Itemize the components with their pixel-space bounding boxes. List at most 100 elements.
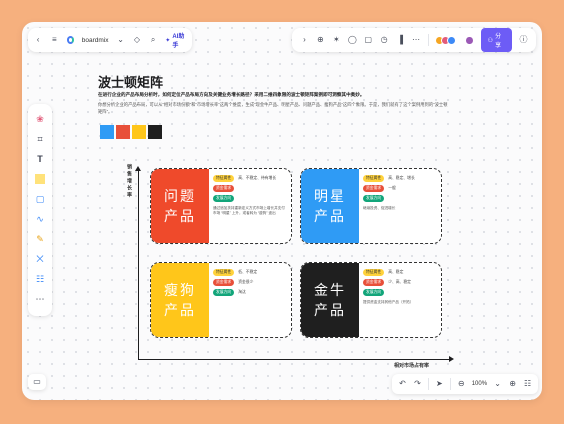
quadrant-body: 特征属性 高、不稳定、待有增长 资金需求 发展方向 通过追加扶持重新定义方式市场… — [213, 175, 287, 239]
tag: 特征属性 — [213, 269, 235, 276]
page-description: 你想分析企业的产品布局，可以从“相对市场份额”和“市场增长率”这两个维度，生成“… — [98, 102, 448, 114]
attr-row: 发展方向 — [363, 195, 437, 202]
palette-icon[interactable]: ❀ — [33, 112, 47, 126]
table-icon[interactable]: ☷ — [33, 272, 47, 286]
tag: 资金需求 — [213, 279, 235, 286]
attr-row: 特征属性 高、稳定 — [363, 269, 437, 276]
pen-icon[interactable]: ✎ — [33, 232, 47, 246]
chat-icon[interactable]: ▢ — [364, 35, 373, 45]
share-label: 分享 — [495, 34, 502, 49]
quadrant-note: 继续投资、促进增长 — [363, 206, 396, 210]
redo-icon[interactable]: ↷ — [413, 379, 422, 389]
avatar[interactable] — [447, 35, 457, 45]
tag: 发展方向 — [363, 289, 385, 296]
quadrant-body: 特征属性 高、稳定 资金需求 少、高、稳定 发展方向 提供资金支持其他产品（开拓… — [363, 269, 437, 333]
more-icon[interactable]: ⋯ — [412, 35, 421, 45]
attr-row: 发展方向 — [363, 289, 437, 296]
row-text: 淘汰 — [238, 290, 246, 294]
zoom-out-icon[interactable]: ⊖ — [457, 379, 466, 389]
brand-name[interactable]: boardmix — [82, 37, 109, 44]
quadrant-star[interactable]: 明星产品 特征属性 高、稳定、增长 资金需求 一般 发展方向 继续投资、促进增长 — [300, 168, 442, 244]
tag: 发展方向 — [213, 289, 235, 296]
attr-row: 资金需求 资金很少 — [213, 279, 287, 286]
attr-row: 资金需求 一般 — [363, 185, 437, 192]
help-icon[interactable]: ⓘ — [519, 35, 528, 45]
tag: 特征属性 — [213, 175, 235, 182]
bottom-right-toolbar: ↶ ↷ ➤ ⊖ 100% ⌄ ⊕ ☷ — [392, 374, 538, 394]
tag: 发展方向 — [363, 195, 385, 202]
quadrant-note: 提供资金支持其他产品（开拓） — [363, 300, 414, 304]
page-title: 波士顿矩阵 — [98, 75, 164, 90]
quadrant-body: 特征属性 高、稳定、增长 资金需求 一般 发展方向 继续投资、促进增长 — [363, 175, 437, 239]
minimap-icon: ▭ — [33, 377, 41, 386]
current-user-avatar[interactable] — [465, 35, 474, 45]
attr-row: 特征属性 高、稳定、增长 — [363, 175, 437, 182]
collaborator-avatars[interactable] — [435, 35, 457, 45]
swatch-blue — [100, 125, 114, 139]
collapse-icon[interactable]: › — [300, 35, 309, 45]
x-axis — [138, 356, 454, 362]
top-left-toolbar: ‹ ≡ boardmix ⌄ ◇ ⌕ ✦ AI助手 — [28, 28, 192, 52]
page-subtitle: 在进行企业的产品布局分析时，如何定位产品布局方向及关键业务增长路径？采用二维四象… — [98, 92, 365, 97]
comment-icon[interactable]: ◯ — [348, 35, 357, 45]
tag-icon[interactable]: ◇ — [133, 35, 141, 45]
chevron-down-icon[interactable]: ⌄ — [117, 35, 125, 45]
sticky-note-icon[interactable] — [33, 172, 47, 186]
swatch-black — [148, 125, 162, 139]
tag: 资金需求 — [213, 185, 235, 192]
ai-label: AI助手 — [172, 34, 185, 49]
top-right-toolbar: › ⊕ ✶ ◯ ▢ ◷ ▐ ⋯ ⚇ 分享 ⓘ — [292, 28, 536, 52]
y-axis-label: 销售增长率 — [126, 164, 132, 199]
timer-icon[interactable]: ◷ — [380, 35, 389, 45]
mindmap-icon[interactable]: ⨉ — [33, 252, 47, 266]
quadrant-title: 问题产品 — [151, 169, 209, 243]
x-axis-label: 相对市场占有率 — [394, 363, 430, 369]
search-icon[interactable]: ⌕ — [149, 35, 157, 45]
quadrant-question[interactable]: 问题产品 特征属性 高、不稳定、待有增长 资金需求 发展方向 通过追加扶持重新定… — [150, 168, 292, 244]
menu-icon[interactable]: ≡ — [50, 35, 58, 45]
ai-icon: ✦ — [165, 37, 171, 44]
minimap-button[interactable]: ▭ — [28, 374, 46, 390]
tag: 资金需求 — [363, 185, 385, 192]
text-icon[interactable]: T — [33, 152, 47, 166]
tag: 资金需求 — [363, 279, 385, 286]
canvas-window: ‹ ≡ boardmix ⌄ ◇ ⌕ ✦ AI助手 › ⊕ ✶ ◯ ▢ ◷ ▐ … — [22, 22, 542, 400]
zoom-in-icon[interactable]: ⊕ — [508, 379, 517, 389]
attr-row: 发展方向 — [213, 195, 287, 202]
shape-icon[interactable]: ▢ — [33, 192, 47, 206]
back-icon[interactable]: ‹ — [34, 35, 42, 45]
attr-row: 发展方向 淘汰 — [213, 289, 287, 296]
person-icon: ⚇ — [487, 37, 494, 44]
attr-row: 资金需求 少、高、稳定 — [363, 279, 437, 286]
divider — [427, 378, 429, 390]
divider — [449, 378, 451, 390]
left-tool-palette: ❀ ⌗ T ▢ ∿ ✎ ⨉ ☷ ⋯ — [28, 104, 52, 316]
undo-icon[interactable]: ↶ — [398, 379, 407, 389]
book-icon[interactable]: ☷ — [523, 379, 532, 389]
ai-assistant-button[interactable]: ✦ AI助手 — [165, 31, 186, 49]
quadrant-note: 通过追加扶持重新定义方式市场上增长并支付市场 “明星” 上升，或者转为 “瘦狗”… — [213, 206, 285, 216]
more-tools-icon[interactable]: ⋯ — [33, 292, 47, 306]
row-text: 高、稳定、增长 — [388, 176, 415, 180]
tag: 发展方向 — [213, 195, 235, 202]
boardmix-logo-icon — [66, 36, 74, 44]
frame-icon[interactable]: ⌗ — [33, 132, 47, 146]
chevron-down-icon[interactable]: ⌄ — [493, 379, 502, 389]
quadrant-body: 特征属性 低、不稳定 资金需求 资金很少 发展方向 淘汰 — [213, 269, 287, 333]
attr-row: 特征属性 高、不稳定、待有增长 — [213, 175, 287, 182]
cursor-icon[interactable]: ➤ — [435, 379, 444, 389]
color-swatches — [100, 125, 162, 139]
chart-icon[interactable]: ▐ — [396, 35, 405, 45]
quadrant-dog[interactable]: 瘦狗产品 特征属性 低、不稳定 资金需求 资金很少 发展方向 淘汰 — [150, 262, 292, 338]
quadrant-title: 明星产品 — [301, 169, 359, 243]
connector-icon[interactable]: ∿ — [33, 212, 47, 226]
quadrant-cash-cow[interactable]: 金牛产品 特征属性 高、稳定 资金需求 少、高、稳定 发展方向 提供资金支持其他… — [300, 262, 442, 338]
template-icon[interactable]: ✶ — [332, 35, 341, 45]
row-text: 高、不稳定、待有增长 — [238, 176, 277, 180]
divider — [427, 34, 429, 46]
add-icon[interactable]: ⊕ — [316, 35, 325, 45]
attr-row: 资金需求 — [213, 185, 287, 192]
zoom-level[interactable]: 100% — [472, 381, 487, 387]
share-button[interactable]: ⚇ 分享 — [480, 28, 513, 52]
row-text: 高、稳定 — [388, 270, 404, 274]
